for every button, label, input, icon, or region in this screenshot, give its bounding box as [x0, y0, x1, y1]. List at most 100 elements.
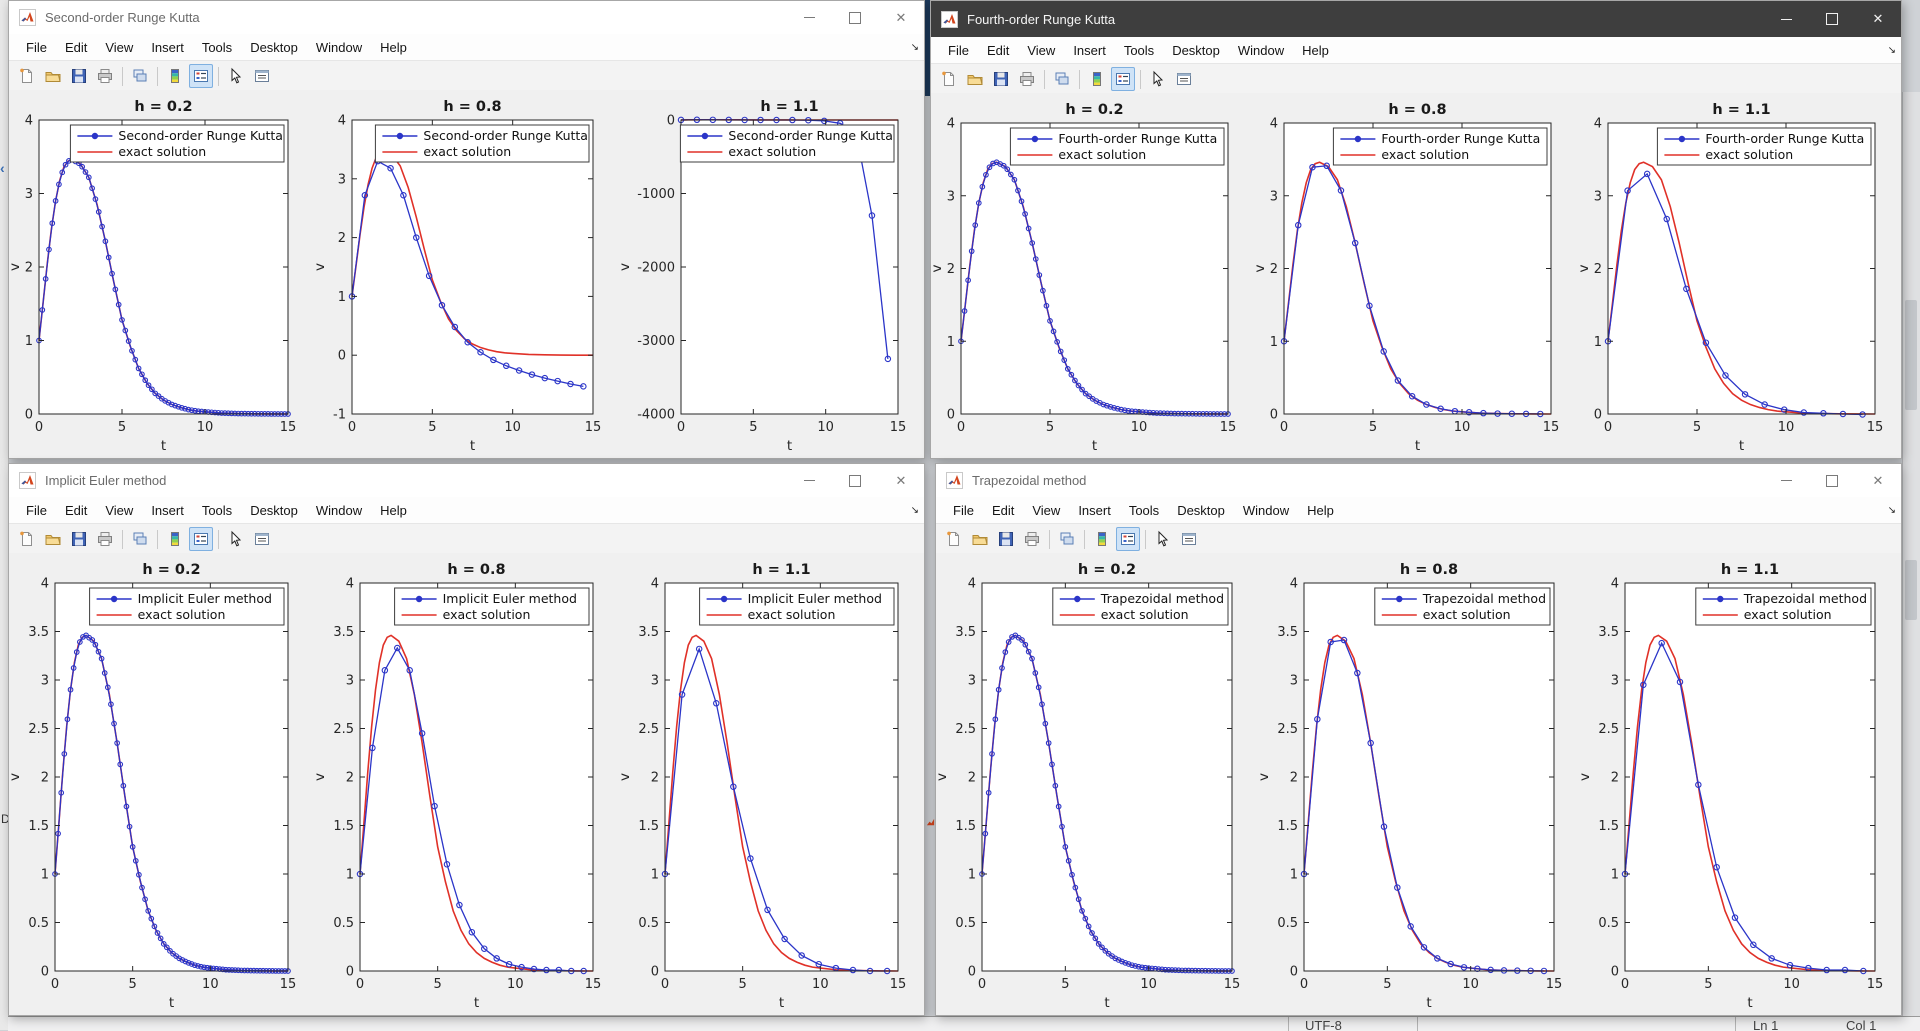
edit-plot-icon[interactable] [224, 527, 248, 551]
menu-view[interactable]: View [1023, 503, 1069, 518]
save-figure-icon[interactable] [67, 64, 91, 88]
open-file-icon[interactable] [41, 527, 65, 551]
new-figure-icon[interactable] [942, 527, 966, 551]
menu-tools[interactable]: Tools [193, 40, 241, 55]
menu-overflow-icon[interactable]: ↘ [1888, 505, 1896, 516]
menu-file[interactable]: File [17, 40, 56, 55]
maximize-button[interactable] [1809, 1, 1855, 37]
legend[interactable]: Implicit Euler methodexact solution [394, 587, 590, 626]
menu-desktop[interactable]: Desktop [241, 503, 307, 518]
window-titlebar[interactable]: Fourth-order Runge Kutta ✕ [931, 1, 1901, 37]
print-figure-icon[interactable] [1015, 67, 1039, 91]
menu-help[interactable]: Help [371, 40, 416, 55]
legend[interactable]: Second-order Runge Kuttaexact solution [679, 124, 895, 163]
menu-window[interactable]: Window [307, 503, 371, 518]
menu-overflow-icon[interactable]: ↘ [1888, 45, 1896, 56]
insert-colorbar-icon[interactable] [1085, 67, 1109, 91]
plot-browser-icon[interactable] [250, 527, 274, 551]
new-figure-icon[interactable] [15, 64, 39, 88]
edit-plot-icon[interactable] [224, 64, 248, 88]
menu-help[interactable]: Help [371, 503, 416, 518]
open-file-icon[interactable] [968, 527, 992, 551]
close-button[interactable]: ✕ [878, 1, 924, 34]
link-plot-icon[interactable] [1055, 527, 1079, 551]
menu-file[interactable]: File [17, 503, 56, 518]
menu-help[interactable]: Help [1293, 43, 1338, 58]
save-figure-icon[interactable] [994, 527, 1018, 551]
insert-colorbar-icon[interactable] [1090, 527, 1114, 551]
menu-insert[interactable]: Insert [142, 503, 193, 518]
link-plot-icon[interactable] [1050, 67, 1074, 91]
minimize-button[interactable] [786, 1, 832, 34]
maximize-button[interactable] [832, 464, 878, 497]
menu-view[interactable]: View [96, 503, 142, 518]
open-file-icon[interactable] [963, 67, 987, 91]
window-titlebar[interactable]: Implicit Euler method ✕ [9, 464, 924, 497]
save-figure-icon[interactable] [989, 67, 1013, 91]
maximize-button[interactable] [1809, 464, 1855, 497]
menu-overflow-icon[interactable]: ↘ [911, 42, 919, 53]
new-figure-icon[interactable] [937, 67, 961, 91]
plot-browser-icon[interactable] [250, 64, 274, 88]
minimize-button[interactable] [1763, 464, 1809, 497]
menu-window[interactable]: Window [307, 40, 371, 55]
maximize-button[interactable] [832, 1, 878, 34]
print-figure-icon[interactable] [93, 527, 117, 551]
minimize-button[interactable] [1763, 1, 1809, 37]
legend[interactable]: Trapezoidal methodexact solution [1373, 587, 1551, 626]
menu-edit[interactable]: Edit [978, 43, 1018, 58]
collapse-chevron-icon[interactable]: ‹ [0, 160, 5, 176]
menu-help[interactable]: Help [1298, 503, 1343, 518]
legend[interactable]: Fourth-order Runge Kuttaexact solution [1333, 127, 1548, 166]
menu-edit[interactable]: Edit [983, 503, 1023, 518]
close-button[interactable]: ✕ [1855, 464, 1901, 497]
menu-file[interactable]: File [944, 503, 983, 518]
menu-file[interactable]: File [939, 43, 978, 58]
new-figure-icon[interactable] [15, 527, 39, 551]
menu-tools[interactable]: Tools [1115, 43, 1163, 58]
insert-legend-icon[interactable] [189, 527, 213, 551]
menu-insert[interactable]: Insert [1069, 503, 1120, 518]
open-file-icon[interactable] [41, 64, 65, 88]
menu-overflow-icon[interactable]: ↘ [911, 505, 919, 516]
legend[interactable]: Fourth-order Runge Kuttaexact solution [1009, 127, 1225, 166]
save-figure-icon[interactable] [67, 527, 91, 551]
link-plot-icon[interactable] [128, 527, 152, 551]
insert-colorbar-icon[interactable] [163, 527, 187, 551]
legend[interactable]: Fourth-order Runge Kuttaexact solution [1656, 127, 1872, 166]
legend[interactable]: Second-order Runge Kuttaexact solution [69, 124, 285, 163]
plot-browser-icon[interactable] [1177, 527, 1201, 551]
print-figure-icon[interactable] [1020, 527, 1044, 551]
link-plot-icon[interactable] [128, 64, 152, 88]
print-figure-icon[interactable] [93, 64, 117, 88]
menu-desktop[interactable]: Desktop [1163, 43, 1229, 58]
legend[interactable]: Implicit Euler methodexact solution [699, 587, 895, 626]
plot-browser-icon[interactable] [1172, 67, 1196, 91]
menu-insert[interactable]: Insert [1064, 43, 1115, 58]
close-button[interactable]: ✕ [878, 464, 924, 497]
edit-plot-icon[interactable] [1146, 67, 1170, 91]
legend[interactable]: Second-order Runge Kuttaexact solution [374, 124, 590, 163]
minimize-button[interactable] [786, 464, 832, 497]
window-titlebar[interactable]: Trapezoidal method ✕ [936, 464, 1901, 497]
legend[interactable]: Trapezoidal methodexact solution [1052, 587, 1229, 626]
menu-window[interactable]: Window [1234, 503, 1298, 518]
legend[interactable]: Implicit Euler methodexact solution [89, 587, 285, 626]
window-titlebar[interactable]: Second-order Runge Kutta ✕ [9, 1, 924, 34]
menu-view[interactable]: View [1018, 43, 1064, 58]
insert-legend-icon[interactable] [1111, 67, 1135, 91]
menu-tools[interactable]: Tools [1120, 503, 1168, 518]
menu-edit[interactable]: Edit [56, 503, 96, 518]
close-button[interactable]: ✕ [1855, 1, 1901, 37]
insert-colorbar-icon[interactable] [163, 64, 187, 88]
scrollbar-thumb[interactable] [1905, 560, 1917, 620]
menu-view[interactable]: View [96, 40, 142, 55]
menu-window[interactable]: Window [1229, 43, 1293, 58]
menu-insert[interactable]: Insert [142, 40, 193, 55]
edit-plot-icon[interactable] [1151, 527, 1175, 551]
scrollbar-thumb[interactable] [1905, 300, 1917, 410]
insert-legend-icon[interactable] [189, 64, 213, 88]
legend[interactable]: Trapezoidal methodexact solution [1695, 587, 1872, 626]
menu-desktop[interactable]: Desktop [241, 40, 307, 55]
menu-desktop[interactable]: Desktop [1168, 503, 1234, 518]
